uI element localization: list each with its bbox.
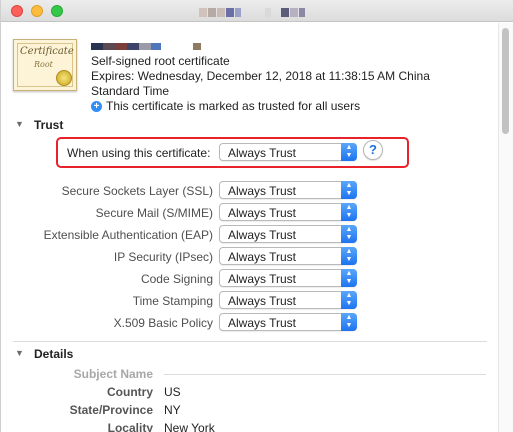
certificate-content: Certificate Root Self-signed root certif… xyxy=(1,23,499,432)
trust-policy-label: Code Signing xyxy=(140,272,213,286)
trusted-status-row: + This certificate is marked as trusted … xyxy=(91,99,360,113)
section-divider xyxy=(13,341,487,342)
certificate-expiry-line2: Standard Time xyxy=(91,84,170,98)
trust-policy-select[interactable]: Always Trust ▲ ▼ xyxy=(219,181,357,199)
select-arrows-icon: ▲ ▼ xyxy=(341,203,357,221)
certificate-type: Self-signed root certificate xyxy=(91,54,230,68)
subject-name-divider xyxy=(164,374,486,375)
help-button[interactable]: ? xyxy=(363,140,383,160)
trust-policy-select[interactable]: Always Trust ▲ ▼ xyxy=(219,225,357,243)
detail-label-country: Country xyxy=(107,385,153,399)
trust-policy-select[interactable]: Always Trust ▲ ▼ xyxy=(219,269,357,287)
certificate-icon-sublabel: Root xyxy=(34,60,53,69)
detail-value-state: NY xyxy=(164,403,181,417)
certificate-expiry-line1: Expires: Wednesday, December 12, 2018 at… xyxy=(91,69,430,83)
detail-value-country: US xyxy=(164,385,181,399)
select-arrows-icon: ▲ ▼ xyxy=(341,143,357,161)
certificate-window: Certificate Root Self-signed root certif… xyxy=(0,0,513,432)
trust-policy-select[interactable]: Always Trust ▲ ▼ xyxy=(219,247,357,265)
trust-policy-label: IP Security (IPsec) xyxy=(113,250,213,264)
certificate-icon: Certificate Root xyxy=(13,39,77,91)
select-arrows-icon: ▲ ▼ xyxy=(341,247,357,265)
main-trust-select[interactable]: Always Trust ▲ ▼ xyxy=(219,143,357,161)
trusted-status-text: This certificate is marked as trusted fo… xyxy=(106,99,361,113)
trust-policy-label: X.509 Basic Policy xyxy=(113,316,213,330)
seal-icon xyxy=(56,70,72,86)
select-arrows-icon: ▲ ▼ xyxy=(341,313,357,331)
detail-value-locality: New York xyxy=(164,421,215,432)
trust-policy-label: Time Stamping xyxy=(132,294,213,308)
trust-policy-value: Always Trust xyxy=(228,184,297,198)
detail-label-locality: Locality xyxy=(107,421,153,432)
zoom-window-button[interactable] xyxy=(51,5,63,17)
subject-name-label: Subject Name xyxy=(73,367,153,381)
vertical-scrollbar[interactable] xyxy=(498,23,513,432)
trust-policy-select[interactable]: Always Trust ▲ ▼ xyxy=(219,313,357,331)
trust-policy-select[interactable]: Always Trust ▲ ▼ xyxy=(219,203,357,221)
trust-policy-value: Always Trust xyxy=(228,228,297,242)
select-arrows-icon: ▲ ▼ xyxy=(341,225,357,243)
trust-policy-value: Always Trust xyxy=(228,316,297,330)
select-arrows-icon: ▲ ▼ xyxy=(341,291,357,309)
trust-disclosure-triangle-icon[interactable]: ▼ xyxy=(15,119,24,129)
main-trust-value: Always Trust xyxy=(228,146,297,160)
trust-policy-label: Secure Mail (S/MIME) xyxy=(95,206,213,220)
select-arrows-icon: ▲ ▼ xyxy=(341,269,357,287)
trust-policy-value: Always Trust xyxy=(228,272,297,286)
trust-policy-label: Secure Sockets Layer (SSL) xyxy=(61,184,213,198)
plus-circle-icon: + xyxy=(91,100,102,112)
certificate-icon-label: Certificate xyxy=(20,46,74,57)
minimize-window-button[interactable] xyxy=(31,5,43,17)
scrollbar-thumb[interactable] xyxy=(502,28,509,134)
trust-section-title[interactable]: Trust xyxy=(34,118,63,132)
detail-label-state: State/Province xyxy=(69,403,153,417)
select-arrows-icon: ▲ ▼ xyxy=(341,181,357,199)
details-disclosure-triangle-icon[interactable]: ▼ xyxy=(15,348,24,358)
details-section-title[interactable]: Details xyxy=(34,347,73,361)
close-window-button[interactable] xyxy=(11,5,23,17)
trust-policy-label: Extensible Authentication (EAP) xyxy=(43,228,213,242)
trust-policy-value: Always Trust xyxy=(228,250,297,264)
trust-policy-value: Always Trust xyxy=(228,206,297,220)
trust-policy-value: Always Trust xyxy=(228,294,297,308)
main-trust-label: When using this certificate: xyxy=(67,146,211,160)
title-bar[interactable] xyxy=(1,0,513,22)
trust-policy-select[interactable]: Always Trust ▲ ▼ xyxy=(219,291,357,309)
